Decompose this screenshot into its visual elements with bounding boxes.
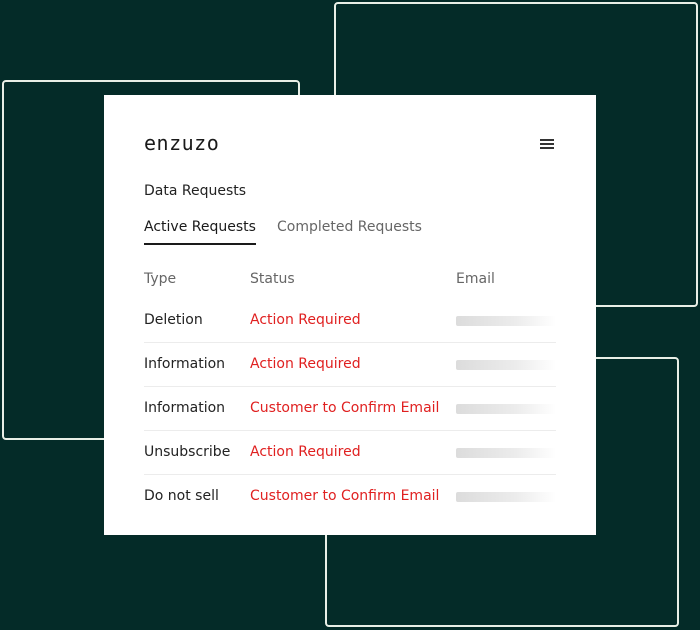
- table-header: Type Status Email: [144, 267, 556, 299]
- request-type: Deletion: [144, 312, 203, 328]
- table-row[interactable]: Unsubscribe Action Required: [144, 431, 556, 475]
- email-placeholder: [456, 316, 556, 326]
- column-header-email: Email: [456, 271, 495, 287]
- table-row[interactable]: Deletion Action Required: [144, 299, 556, 343]
- column-header-type: Type: [144, 271, 177, 287]
- table-row[interactable]: Information Action Required: [144, 343, 556, 387]
- page-title: Data Requests: [144, 183, 247, 199]
- request-type: Do not sell: [144, 488, 219, 504]
- request-type: Unsubscribe: [144, 444, 231, 460]
- tab-active-requests[interactable]: Active Requests: [144, 219, 256, 245]
- email-placeholder: [456, 492, 556, 502]
- request-status[interactable]: Action Required: [250, 356, 361, 372]
- request-type: Information: [144, 400, 226, 416]
- requests-table: Type Status Email Deletion Action Requir…: [144, 267, 556, 518]
- request-status[interactable]: Action Required: [250, 444, 361, 460]
- email-placeholder: [456, 448, 556, 458]
- enzuzo-logo: enzuzo: [144, 131, 220, 155]
- request-status[interactable]: Customer to Confirm Email: [250, 400, 439, 416]
- tab-completed-requests[interactable]: Completed Requests: [277, 219, 422, 243]
- request-status[interactable]: Customer to Confirm Email: [250, 488, 439, 504]
- hamburger-menu-icon[interactable]: [540, 139, 554, 149]
- request-status[interactable]: Action Required: [250, 312, 361, 328]
- data-requests-card: enzuzo Data Requests Active Requests Com…: [104, 95, 596, 535]
- email-placeholder: [456, 360, 556, 370]
- table-row[interactable]: Information Customer to Confirm Email: [144, 387, 556, 431]
- request-type: Information: [144, 356, 226, 372]
- column-header-status: Status: [250, 271, 295, 287]
- table-row[interactable]: Do not sell Customer to Confirm Email: [144, 475, 556, 518]
- email-placeholder: [456, 404, 556, 414]
